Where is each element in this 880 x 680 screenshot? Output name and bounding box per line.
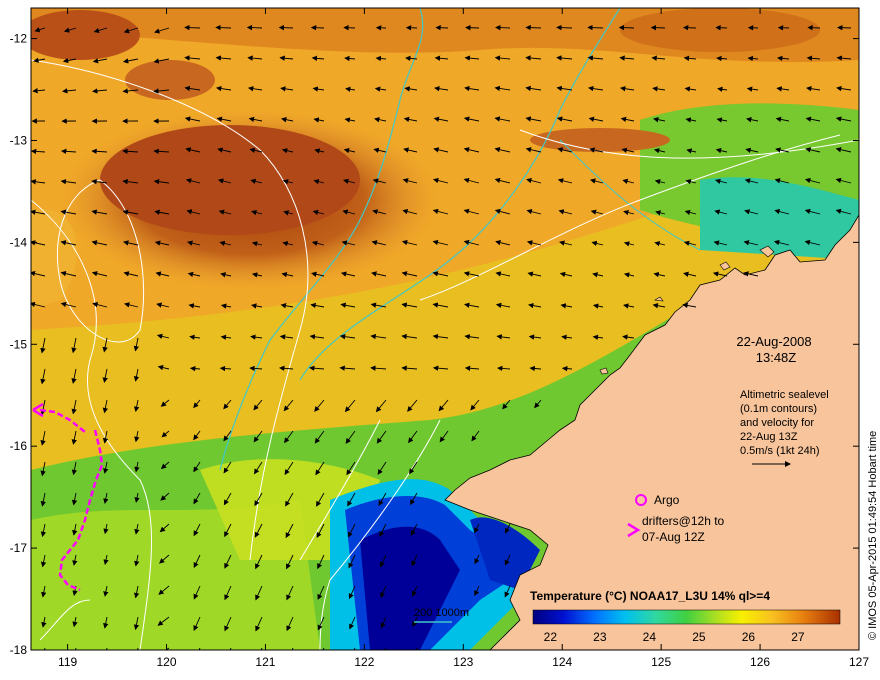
lon-tick-label: 122 (354, 655, 374, 669)
velocity-arrow-icon (837, 24, 852, 31)
drifters-line: drifters@12h to (642, 514, 725, 528)
sst-field (31, 8, 859, 650)
date-label: 22-Aug-2008 (736, 334, 811, 349)
altimetry-line: (0.1m contours) (740, 403, 817, 415)
lon-tick-label: 125 (651, 655, 671, 669)
lon-tick-label: 120 (157, 655, 177, 669)
isobath-label: 200 1000m (414, 607, 469, 619)
sst-map: 119 120 121 122 123 124 125 126 127 -12 -13 -14 -15… (10, 7, 879, 669)
time-label: 13:48Z (756, 350, 797, 365)
lon-tick-label: 121 (255, 655, 275, 669)
lon-tick-label: 119 (58, 655, 77, 669)
colorbar-tick-label: 23 (593, 630, 607, 644)
credit-label: © IMOS 05-Apr-2015 01:49:54 Hobart time (867, 431, 879, 640)
velocity-arrow-icon (556, 24, 573, 31)
altimetry-line: 0.5m/s (1kt 24h) (740, 445, 819, 457)
lat-tick-label: -17 (10, 541, 28, 555)
velocity-arrow-icon (278, 24, 294, 31)
lat-tick-label: -16 (10, 439, 28, 453)
lat-tick-label: -15 (10, 337, 28, 351)
lat-tick-label: -13 (10, 133, 28, 147)
velocity-arrow-icon (184, 24, 201, 31)
altimetry-line: 22-Aug 13Z (740, 431, 798, 443)
lon-tick-label: 126 (750, 655, 770, 669)
velocity-arrow-icon (465, 24, 480, 31)
lon-tick-label: 123 (453, 655, 473, 669)
velocity-arrow-icon (618, 24, 635, 31)
colorbar-ramp (532, 609, 841, 625)
altimetry-line: Altimetric sealevel (740, 389, 829, 401)
lat-tick-label: -12 (10, 32, 28, 46)
colorbar-tick-label: 27 (791, 630, 805, 644)
drifters-line: 07-Aug 12Z (642, 530, 705, 544)
velocity-arrow-icon (495, 24, 511, 31)
velocity-arrow-icon (650, 24, 666, 31)
velocity-arrow-icon (246, 24, 263, 31)
velocity-arrow-icon (525, 24, 542, 31)
lon-tick-label: 127 (849, 655, 869, 669)
velocity-arrow-icon (215, 24, 232, 31)
colorbar-tick-label: 25 (692, 630, 706, 644)
argo-label: Argo (654, 493, 680, 507)
colorbar-tick-label: 24 (643, 630, 657, 644)
velocity-arrow-icon (587, 24, 604, 31)
colorbar-tick-label: 22 (544, 630, 558, 644)
lat-tick-label: -14 (10, 235, 28, 249)
colorbar-title: Temperature (°C) NOAA17_L3U 14% ql>=4 (530, 589, 770, 603)
lon-tick-label: 124 (552, 655, 572, 669)
colorbar-tick-label: 26 (742, 630, 756, 644)
lat-tick-label: -18 (10, 643, 28, 657)
altimetry-line: and velocity for (740, 417, 814, 429)
